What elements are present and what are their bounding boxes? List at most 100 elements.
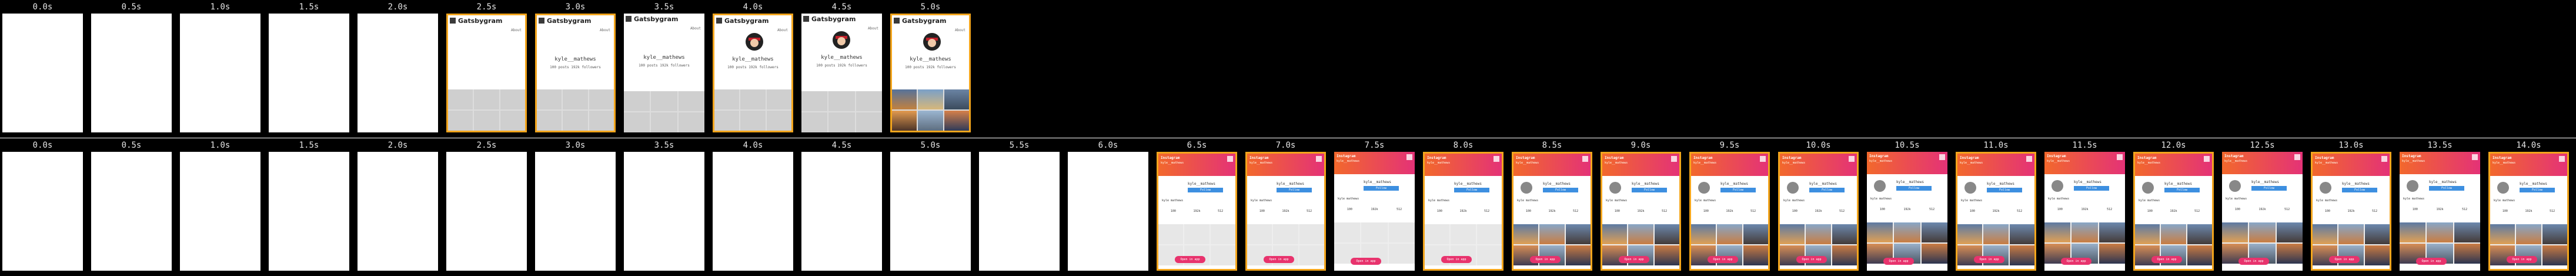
- photo-thumbnail: [944, 111, 969, 131]
- frame-timestamp: 9.0s: [1631, 141, 1651, 150]
- header-subtitle: kyle__mathews: [2137, 161, 2161, 165]
- photo-thumbnail: [1361, 222, 1388, 242]
- camera-icon: [626, 16, 632, 22]
- photo-grid: [892, 89, 969, 131]
- stat-value: 512: [2284, 208, 2290, 211]
- photo-thumbnail: [1602, 224, 1628, 244]
- frame-screenshot: [979, 152, 1060, 271]
- follow-button: Follow: [1896, 186, 1932, 191]
- photo-thumbnail: [1743, 245, 1768, 265]
- frame-timestamp: 3.0s: [565, 141, 586, 150]
- stat-value: 512: [1307, 210, 1312, 213]
- photo-thumbnail: [2135, 224, 2160, 244]
- stat-value: 512: [1573, 210, 1579, 213]
- profile-name: kyle__mathews: [1543, 182, 1571, 186]
- photo-grid: [448, 89, 525, 131]
- follow-button: Follow: [2520, 188, 2555, 192]
- photo-thumbnail: [2454, 222, 2480, 242]
- app-title: Gatsbygram: [811, 15, 856, 23]
- profile-name: kyle__mathews: [2520, 182, 2547, 186]
- header-title: Instagram: [1605, 156, 1624, 160]
- avatar: [746, 33, 763, 51]
- filmstrip-frame: 0.0s: [0, 138, 85, 276]
- filmstrip-frame: 2.5s Gatsbygram About: [444, 0, 529, 138]
- header-subtitle: kyle__mathews: [1960, 161, 1983, 165]
- frame-screenshot: Instagram kyle__mathews kyle__mathews Follo…: [1778, 152, 1859, 271]
- profile-name: kyle__mathews: [2074, 180, 2101, 184]
- frame-timestamp: 2.0s: [387, 141, 408, 150]
- photo-grid: [801, 91, 882, 132]
- open-app-button: Open in app: [2329, 256, 2360, 263]
- header-title: Instagram: [1782, 156, 1802, 160]
- menu-icon: [1849, 156, 1855, 162]
- photo-thumbnail: [1539, 224, 1565, 244]
- stat-value: 192k: [1903, 208, 1911, 211]
- frame-screenshot: [269, 152, 349, 271]
- open-app-button: Open in app: [1264, 256, 1294, 263]
- frame-screenshot: [2, 14, 83, 132]
- profile-info: kyle mathews: [2226, 197, 2247, 201]
- photo-thumbnail: [624, 91, 650, 111]
- profile-stats: 100 192k 512: [1251, 210, 1321, 213]
- photo-thumbnail: [2099, 244, 2125, 264]
- frame-screenshot: Instagram kyle__mathews kyle__mathews Follo…: [1867, 152, 1947, 271]
- header-title: Instagram: [2047, 154, 2066, 158]
- photo-thumbnail: [1451, 224, 1476, 244]
- photo-thumbnail: [2490, 224, 2515, 244]
- photo-thumbnail: [1513, 224, 1539, 244]
- frame-timestamp: 11.5s: [2072, 141, 2097, 150]
- stat-value: 100: [1436, 210, 1442, 213]
- photo-thumbnail: [2044, 222, 2071, 242]
- frame-screenshot: Instagram kyle__mathews kyle__mathews Follo…: [2133, 152, 2214, 271]
- frame-screenshot: Instagram kyle__mathews kyle__mathews Follo…: [1601, 152, 1681, 271]
- frame-timestamp: 12.0s: [2161, 141, 2186, 150]
- frame-screenshot: Instagram kyle__mathews kyle__mathews Follo…: [1334, 152, 1415, 271]
- filmstrip-frame: 1.5s: [266, 0, 352, 138]
- open-app-button: Open in app: [2416, 258, 2447, 265]
- photo-thumbnail: [2338, 224, 2364, 244]
- photo-thumbnail: [474, 111, 499, 131]
- filmstrip-frame: 11.5s Instagram kyle__mathews kyle__mathews…: [2042, 138, 2127, 276]
- header-subtitle: kyle__mathews: [2047, 159, 2070, 163]
- app-header: Instagram kyle__mathews: [1602, 154, 1679, 176]
- frame-screenshot: [535, 152, 616, 271]
- stat-value: 100: [2324, 210, 2330, 213]
- profile-stats: 100 posts 192k followers: [816, 64, 867, 68]
- photo-thumbnail: [740, 89, 766, 109]
- filmstrip-frame: 2.0s: [355, 0, 440, 138]
- app-header: Gatsbygram: [450, 17, 523, 26]
- avatar-face: [928, 39, 936, 47]
- photo-grid: [714, 89, 791, 131]
- app-header: Instagram kyle__mathews: [1425, 154, 1502, 176]
- camera-icon: [450, 18, 456, 24]
- header-title: Instagram: [2137, 156, 2157, 160]
- frame-timestamp: 2.0s: [387, 2, 408, 12]
- profile-info: kyle mathews: [2494, 199, 2515, 202]
- photo-thumbnail: [2187, 245, 2212, 265]
- filmstrip-frame: 4.0s: [710, 138, 796, 276]
- frame-timestamp: 0.0s: [32, 141, 53, 150]
- photo-thumbnail: [678, 91, 704, 111]
- photo-thumbnail: [892, 89, 917, 109]
- open-app-button: Open in app: [1974, 256, 2004, 263]
- frame-screenshot: [358, 152, 438, 271]
- stat-value: 192k: [1459, 210, 1467, 213]
- photo-thumbnail: [2364, 224, 2390, 244]
- frame-timestamp: 5.5s: [1009, 141, 1030, 150]
- frame-screenshot: Instagram kyle__mathews kyle__mathews Follo…: [2488, 152, 2569, 271]
- menu-icon: [1227, 156, 1233, 162]
- photo-thumbnail: [892, 111, 917, 131]
- photo-thumbnail: [1806, 224, 1831, 244]
- photo-thumbnail: [1425, 224, 1450, 244]
- photo-thumbnail: [1743, 224, 1768, 244]
- profile-name: kyle__mathews: [2342, 182, 2370, 186]
- avatar: [2052, 180, 2063, 192]
- about-link: About: [599, 28, 610, 32]
- frame-timestamp: 3.0s: [565, 2, 586, 12]
- profile-name: kyle__mathews: [1720, 182, 1748, 186]
- photo-thumbnail: [2313, 224, 2338, 244]
- frame-timestamp: 10.5s: [1895, 141, 1920, 150]
- photo-thumbnail: [1921, 244, 1947, 264]
- photo-thumbnail: [1476, 245, 1502, 265]
- app-header: Gatsbygram: [894, 17, 967, 26]
